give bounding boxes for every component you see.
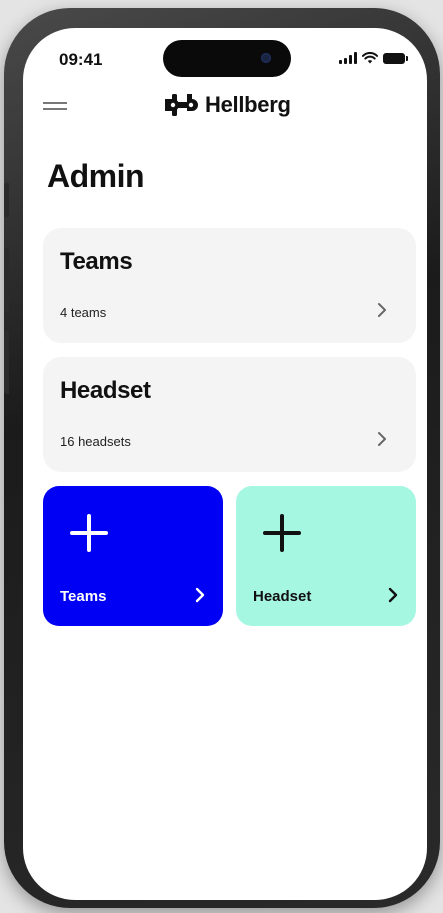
brand-logo: Hellberg	[163, 92, 291, 118]
add-team-button[interactable]: Teams	[43, 486, 223, 626]
wifi-icon	[362, 52, 378, 64]
card-title: Teams	[60, 248, 133, 275]
chevron-right-icon	[378, 432, 386, 446]
chevron-right-icon	[195, 587, 205, 603]
tile-label: Headset	[253, 588, 312, 605]
app-screen: 09:41 Hellberg Admin Teams 4 teams Heads…	[23, 28, 427, 900]
hamburger-menu-icon[interactable]	[43, 102, 67, 114]
page-title: Admin	[47, 158, 145, 194]
camera-icon	[261, 53, 271, 63]
cellular-signal-icon	[339, 52, 357, 64]
chevron-right-icon	[388, 587, 398, 603]
battery-icon	[383, 52, 408, 64]
hellberg-logo-icon	[165, 94, 198, 116]
phone-frame: 09:41 Hellberg Admin Teams 4 teams Heads…	[4, 8, 440, 908]
brand-name: Hellberg	[205, 92, 291, 117]
dynamic-island	[163, 40, 291, 77]
card-subtitle: 4 teams	[60, 305, 107, 320]
chevron-right-icon	[378, 303, 386, 317]
card-title: Headset	[60, 377, 151, 404]
status-time: 09:41	[59, 50, 103, 69]
action-button	[4, 183, 9, 217]
card-subtitle: 16 headsets	[60, 434, 131, 449]
plus-icon	[70, 514, 108, 552]
headset-card[interactable]: Headset 16 headsets	[43, 357, 416, 472]
volume-down-button	[4, 330, 9, 394]
teams-card[interactable]: Teams 4 teams	[43, 228, 416, 343]
status-icons	[339, 52, 408, 64]
tile-label: Teams	[60, 588, 107, 605]
add-headset-button[interactable]: Headset	[236, 486, 416, 626]
plus-icon	[263, 514, 301, 552]
volume-up-button	[4, 248, 9, 312]
